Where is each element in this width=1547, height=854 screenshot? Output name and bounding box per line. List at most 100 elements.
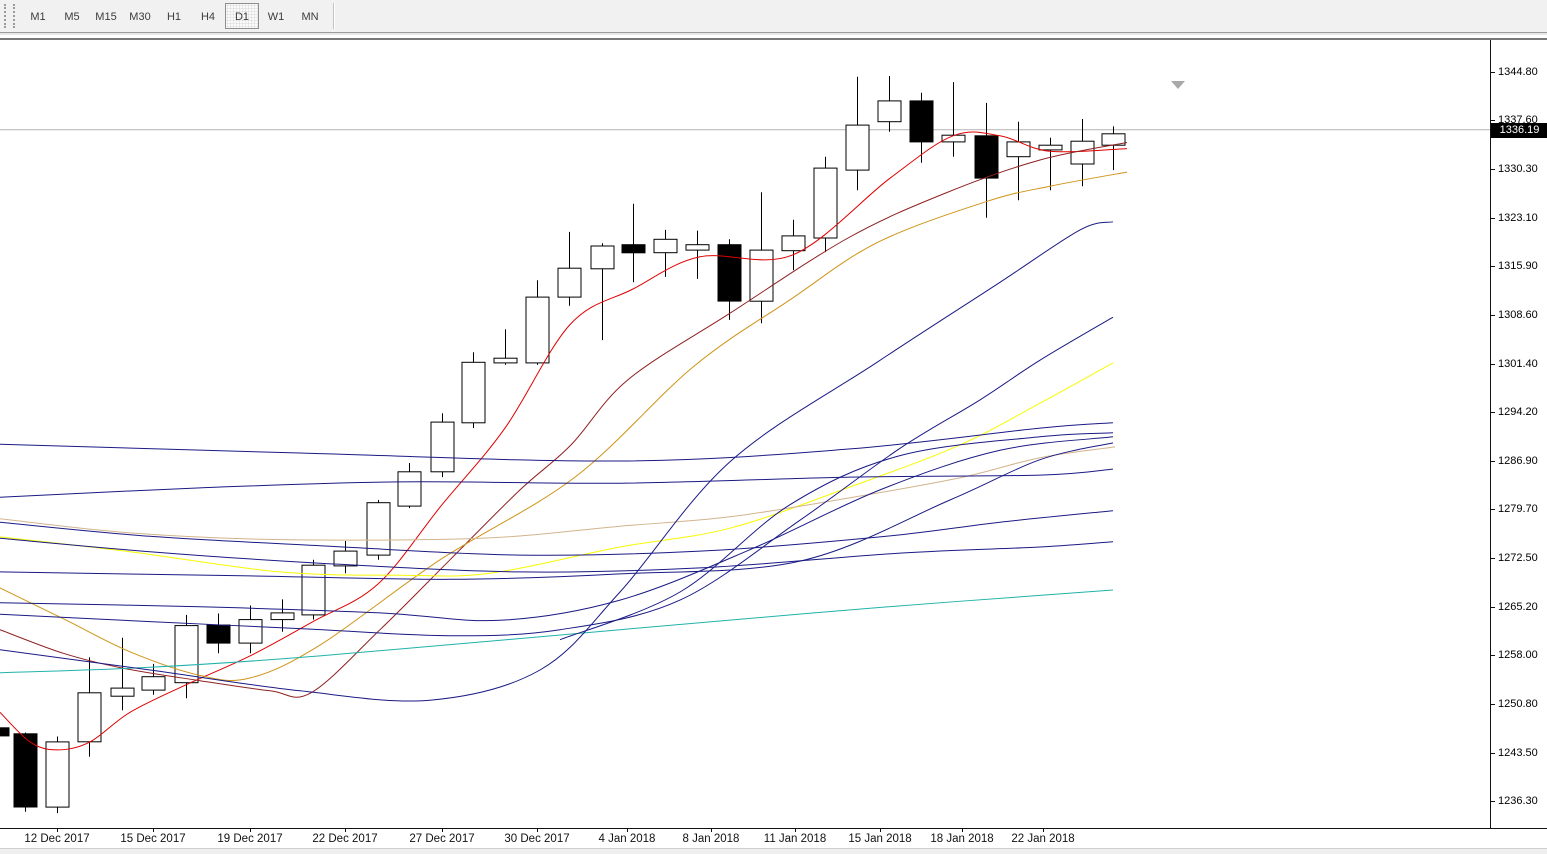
- candle-bull: [367, 500, 390, 560]
- date-tick: [962, 829, 963, 832]
- ma-teal: [0, 590, 1113, 673]
- price-tick: [1491, 218, 1495, 219]
- candle-bull: [1007, 122, 1030, 201]
- candle-bear: [975, 103, 998, 218]
- date-tick-label: 22 Dec 2017: [312, 833, 377, 845]
- date-tick-label: 4 Jan 2018: [599, 833, 656, 845]
- date-tick-label: 18 Jan 2018: [930, 833, 993, 845]
- candle-bear: [0, 728, 9, 736]
- timeframe-button-mn[interactable]: MN: [293, 3, 327, 29]
- timeframe-button-m5[interactable]: M5: [55, 3, 89, 29]
- trading-terminal-window: M1M5M15M30H1H4D1W1MN 1344.801337.601330.…: [0, 0, 1547, 854]
- price-tick-label: 1330.30: [1498, 163, 1538, 175]
- candle-bull: [942, 82, 965, 157]
- candle-bull: [46, 737, 69, 814]
- price-tick-label: 1265.20: [1498, 601, 1538, 613]
- price-tick: [1491, 558, 1495, 559]
- date-tick: [711, 829, 712, 832]
- price-tick: [1491, 120, 1495, 121]
- timeframe-button-h4[interactable]: H4: [191, 3, 225, 29]
- candle-bull: [494, 329, 517, 365]
- candle-bear: [207, 614, 230, 654]
- chart-area[interactable]: [0, 40, 1490, 828]
- date-tick: [880, 829, 881, 832]
- toolbar-divider: [0, 33, 1547, 40]
- candle-bull: [1102, 126, 1125, 170]
- date-tick-label: 11 Jan 2018: [764, 833, 826, 845]
- candle-bull: [878, 76, 901, 132]
- candlestick-chart-canvas[interactable]: [0, 40, 1490, 828]
- price-tick: [1491, 169, 1495, 170]
- date-tick: [442, 829, 443, 832]
- candle-bear: [910, 93, 933, 163]
- date-tick-label: 19 Dec 2017: [217, 833, 282, 845]
- candle-bull: [239, 606, 262, 654]
- price-tick-label: 1258.00: [1498, 649, 1538, 661]
- date-tick-label: 27 Dec 2017: [409, 833, 474, 845]
- ma-medium-maroon: [0, 143, 1127, 698]
- candle-bull: [591, 243, 614, 340]
- date-tick: [1043, 829, 1044, 832]
- current-price-badge: 1336.19: [1491, 123, 1547, 138]
- price-tick-label: 1323.10: [1498, 212, 1538, 224]
- timeframe-button-h1[interactable]: H1: [157, 3, 191, 29]
- price-tick: [1491, 607, 1495, 608]
- ma-slow-goldenrod: [0, 172, 1127, 680]
- date-tick: [627, 829, 628, 832]
- timeframe-button-m1[interactable]: M1: [21, 3, 55, 29]
- candle-bull: [142, 664, 165, 695]
- price-tick: [1491, 364, 1495, 365]
- candle-bull: [462, 352, 485, 428]
- toolbar-separator: [333, 3, 335, 29]
- price-tick-label: 1308.60: [1498, 309, 1538, 321]
- date-tick: [795, 829, 796, 832]
- timeframe-button-group: M1M5M15M30H1H4D1W1MN: [21, 3, 327, 29]
- candle-bull: [846, 77, 869, 191]
- date-tick-label: 15 Dec 2017: [120, 833, 185, 845]
- price-tick-label: 1294.20: [1498, 406, 1538, 418]
- candle-bull: [814, 157, 837, 252]
- date-tick: [537, 829, 538, 832]
- date-tick-label: 22 Jan 2018: [1011, 833, 1074, 845]
- date-tick-label: 30 Dec 2017: [504, 833, 569, 845]
- candle-bull: [398, 463, 421, 508]
- price-tick-label: 1344.80: [1498, 66, 1538, 78]
- chart-shift-triangle-icon[interactable]: [1171, 81, 1185, 89]
- price-tick: [1491, 461, 1495, 462]
- price-tick: [1491, 72, 1495, 73]
- price-tick-label: 1301.40: [1498, 358, 1538, 370]
- price-tick: [1491, 655, 1495, 656]
- candle-bull: [558, 232, 581, 306]
- price-tick-label: 1286.90: [1498, 455, 1538, 467]
- price-tick-label: 1250.80: [1498, 698, 1538, 710]
- ma-navy-8: [0, 222, 1113, 701]
- ma-navy-5: [0, 443, 1113, 579]
- candle-bull: [334, 541, 357, 573]
- date-tick: [345, 829, 346, 832]
- window-bottom-edge: [0, 848, 1547, 854]
- candle-bear: [622, 204, 645, 283]
- candle-bull: [175, 615, 198, 698]
- date-tick-label: 12 Dec 2017: [24, 833, 89, 845]
- candle-bull: [686, 231, 709, 279]
- timeframe-button-d1[interactable]: D1: [225, 3, 259, 29]
- price-tick: [1491, 315, 1495, 316]
- ma-lines-layer: [0, 132, 1127, 750]
- price-tick: [1491, 266, 1495, 267]
- candle-bull: [271, 599, 294, 631]
- price-tick: [1491, 412, 1495, 413]
- price-axis[interactable]: 1344.801337.601330.301323.101315.901308.…: [1490, 40, 1547, 828]
- candle-bull: [782, 220, 805, 270]
- date-axis[interactable]: 12 Dec 2017 15 Dec 2017 19 Dec 2017 22 Dec …: [0, 828, 1547, 848]
- candle-bull: [431, 413, 454, 477]
- ma-navy-1: [0, 423, 1113, 461]
- candle-bull: [526, 280, 549, 365]
- drag-handle-icon[interactable]: [4, 4, 15, 28]
- price-tick: [1491, 509, 1495, 510]
- timeframe-button-w1[interactable]: W1: [259, 3, 293, 29]
- date-tick: [153, 829, 154, 832]
- timeframe-button-m15[interactable]: M15: [89, 3, 123, 29]
- price-tick: [1491, 753, 1495, 754]
- date-tick-label: 15 Jan 2018: [848, 833, 911, 845]
- timeframe-button-m30[interactable]: M30: [123, 3, 157, 29]
